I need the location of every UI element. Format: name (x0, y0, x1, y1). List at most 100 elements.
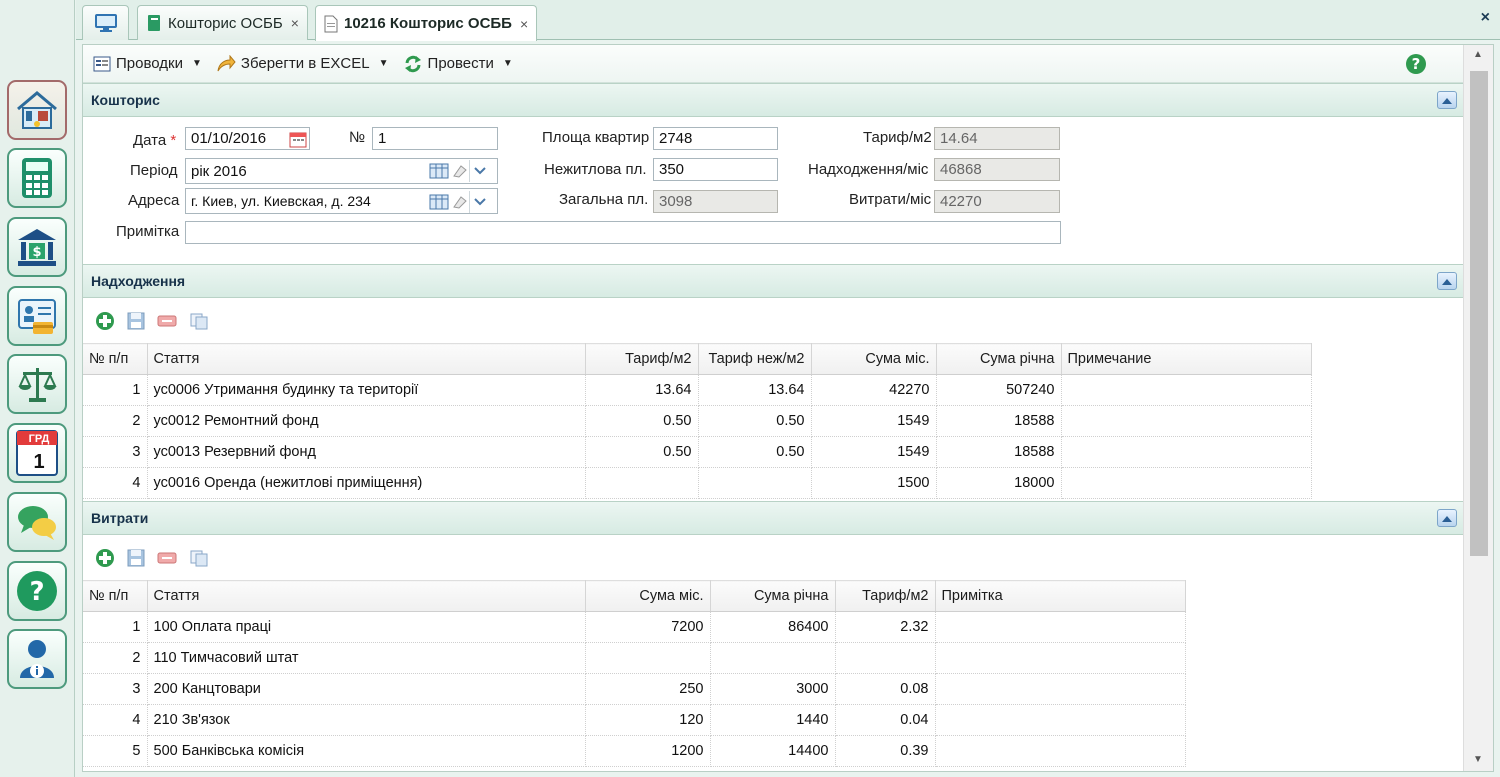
delete-row-icon[interactable] (157, 314, 177, 328)
user-info-icon (20, 640, 54, 678)
apartment-area-field[interactable] (653, 127, 778, 150)
post-menu-button[interactable]: Провести ▼ (403, 55, 513, 73)
table-row[interactable]: 1 ус0006 Утримання будинку та території … (83, 374, 1312, 406)
export-arrow-icon (217, 54, 236, 71)
expense-month-label: Витрати/міс (849, 191, 932, 208)
column-header[interactable]: Примітка (935, 580, 1186, 612)
column-header[interactable]: Сума міс. (585, 580, 711, 612)
eraser-icon[interactable] (451, 195, 467, 209)
scrollbar-thumb[interactable] (1470, 71, 1488, 556)
column-header[interactable]: Сума річна (936, 343, 1062, 375)
tab-desktop[interactable] (82, 5, 129, 40)
close-icon[interactable]: × (520, 16, 528, 32)
copy-icon[interactable] (189, 312, 209, 330)
cell-tariff: 13.64 (585, 374, 699, 406)
table-row[interactable]: 1 100 Оплата праці 7200 86400 2.32 (83, 611, 1186, 643)
add-row-icon[interactable] (95, 548, 115, 568)
chevron-up-icon (1442, 515, 1452, 522)
income-grid-tools (95, 311, 209, 331)
postings-menu-button[interactable]: Проводки ▼ (93, 55, 202, 72)
copy-icon[interactable] (189, 549, 209, 567)
calculator-button[interactable] (7, 148, 67, 208)
collapse-estimate-button[interactable] (1437, 91, 1457, 109)
tab-estimate-document[interactable]: 10216 Кошторис ОСББ × (315, 5, 538, 41)
bank-button[interactable]: $ (7, 217, 67, 277)
cell-note (1061, 436, 1312, 468)
cell-tariff: 0.04 (835, 704, 936, 736)
svg-text:$: $ (32, 245, 41, 260)
save-excel-menu-button[interactable]: Зберегти в EXCEL ▼ (216, 54, 389, 73)
sidebar: $ ГРД 1 ? (0, 0, 75, 777)
cell-note (1061, 405, 1312, 437)
house-utilities-icon (17, 91, 57, 129)
save-icon[interactable] (127, 312, 145, 330)
tab-estimates-list[interactable]: Кошторис ОСББ × (137, 5, 308, 40)
calendar-picker-icon[interactable] (289, 130, 307, 148)
table-row[interactable]: 3 200 Канцтовари 250 3000 0.08 (83, 673, 1186, 705)
column-header[interactable]: № п/п (83, 580, 148, 612)
table-row[interactable]: 3 ус0013 Резервний фонд 0.50 0.50 1549 1… (83, 436, 1312, 468)
column-header[interactable]: Стаття (147, 343, 586, 375)
table-row[interactable]: 5 500 Банківська комісія 1200 14400 0.39 (83, 735, 1186, 767)
cell-sum-month: 42270 (811, 374, 937, 406)
chevron-up-icon (1442, 97, 1452, 104)
nonresidential-area-field[interactable] (653, 158, 778, 181)
column-header[interactable]: Примечание (1061, 343, 1312, 375)
table-lookup-icon[interactable] (429, 194, 449, 210)
id-card-button[interactable] (7, 286, 67, 346)
column-header[interactable]: Сума міс. (811, 343, 937, 375)
collapse-income-button[interactable] (1437, 272, 1457, 290)
column-header[interactable]: Стаття (147, 580, 586, 612)
expenses-header-row: № п/п Стаття Сума міс. Сума річна Тариф/… (83, 580, 1186, 612)
table-row[interactable]: 2 ус0012 Ремонтний фонд 0.50 0.50 1549 1… (83, 405, 1312, 437)
nonresidential-area-label: Нежитлова пл. (544, 161, 647, 178)
table-row[interactable]: 2 110 Тимчасовий штат (83, 642, 1186, 674)
add-row-icon[interactable] (95, 311, 115, 331)
table-lookup-icon[interactable] (429, 163, 449, 179)
cell-sum-month: 1549 (811, 436, 937, 468)
column-header[interactable]: Тариф/м2 (585, 343, 699, 375)
column-header[interactable]: Тариф/м2 (835, 580, 936, 612)
close-icon[interactable]: × (291, 15, 299, 31)
column-header[interactable]: Тариф неж/м2 (698, 343, 812, 375)
chevron-down-icon[interactable] (469, 160, 489, 182)
number-field[interactable] (372, 127, 498, 150)
ledger-icon (148, 15, 160, 31)
house-utilities-button[interactable] (7, 80, 67, 140)
chat-icon (18, 506, 56, 540)
chevron-down-icon[interactable] (469, 191, 489, 213)
cell-tariff: 0.39 (835, 735, 936, 767)
cell-sum-month: 1500 (811, 467, 937, 499)
expenses-grid-tools (95, 548, 209, 568)
scales-button[interactable] (7, 354, 67, 414)
user-info-button[interactable] (7, 629, 67, 689)
save-icon[interactable] (127, 549, 145, 567)
calendar-button[interactable]: ГРД 1 (7, 423, 67, 483)
number-label: № (349, 129, 366, 146)
scroll-up-icon[interactable]: ▲ (1473, 49, 1483, 60)
note-field[interactable] (185, 221, 1061, 244)
cell-sum-year: 3000 (710, 673, 836, 705)
expenses-section-header: Витрати (83, 501, 1463, 535)
expense-month-field (934, 190, 1060, 213)
column-header[interactable]: Сума річна (710, 580, 836, 612)
scroll-down-icon[interactable]: ▼ (1473, 754, 1483, 765)
collapse-expenses-button[interactable] (1437, 509, 1457, 527)
vertical-scrollbar[interactable]: ▲ ▼ (1463, 45, 1493, 771)
help-button[interactable]: ? (7, 561, 67, 621)
column-header[interactable]: № п/п (83, 343, 148, 375)
expenses-title: Витрати (91, 510, 149, 526)
delete-row-icon[interactable] (157, 551, 177, 565)
close-all-tabs-icon[interactable]: × (1481, 9, 1490, 27)
postings-label: Проводки (116, 55, 183, 72)
table-row[interactable]: 4 ус0016 Оренда (нежитлові приміщення) 1… (83, 467, 1312, 499)
svg-text:?: ? (29, 577, 44, 607)
cell-sum-year: 14400 (710, 735, 836, 767)
tab-label: 10216 Кошторис ОСББ (344, 15, 512, 32)
eraser-icon[interactable] (451, 164, 467, 178)
help-icon[interactable]: ? (1405, 53, 1427, 78)
table-row[interactable]: 4 210 Зв'язок 120 1440 0.04 (83, 704, 1186, 736)
id-card-icon (18, 299, 56, 334)
cell-tariff: 2.32 (835, 611, 936, 643)
chat-button[interactable] (7, 492, 67, 552)
